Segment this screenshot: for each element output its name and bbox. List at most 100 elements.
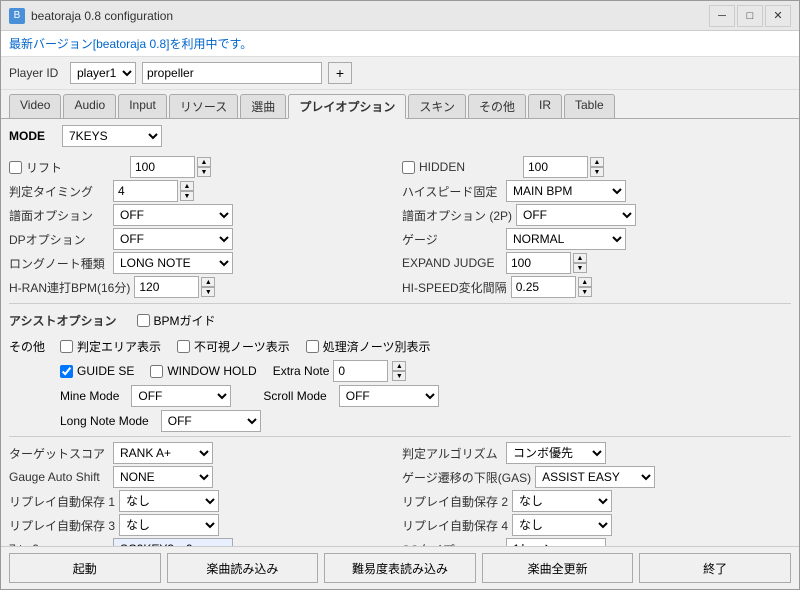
judge-algo-select[interactable]: コンボ優先 — [506, 442, 606, 464]
bpm-guide-label: BPMガイド — [154, 312, 216, 329]
timing-row: 判定タイミング ▲ ▼ — [9, 179, 398, 203]
timing-input[interactable] — [113, 180, 178, 202]
dp-select[interactable]: OFF — [113, 228, 233, 250]
bpm-guide-row: BPMガイド — [137, 309, 216, 331]
sc-type-row: SCタイプ 1レーン — [402, 537, 791, 546]
mine-mode-select[interactable]: OFF — [131, 385, 231, 407]
score-option-select[interactable]: OFF — [113, 204, 233, 226]
close-button[interactable]: ✕ — [765, 5, 791, 27]
target-score-row: ターゲットスコア RANK A+ — [9, 441, 398, 465]
seven-to-row: 7 to 9 SC2KEY3～9 — [9, 537, 398, 546]
target-score-label: ターゲットスコア — [9, 445, 109, 462]
hran-down[interactable]: ▼ — [201, 287, 215, 297]
tab-input[interactable]: Input — [118, 94, 167, 118]
gauge-row: ゲージ NORMAL — [402, 227, 791, 251]
bpm-guide-checkbox[interactable] — [137, 314, 150, 327]
hidden-value: ▲ ▼ — [523, 156, 604, 178]
scroll-mode-select[interactable]: OFF — [339, 385, 439, 407]
hidden-input[interactable] — [523, 156, 588, 178]
extra-note-up[interactable]: ▲ — [392, 361, 406, 371]
gauge-gas-select[interactable]: ASSIST EASY — [535, 466, 655, 488]
load-difficulty-button[interactable]: 難易度表読み込み — [324, 553, 476, 583]
tab-other[interactable]: その他 — [468, 94, 526, 118]
hran-value: ▲ ▼ — [134, 276, 215, 298]
gauge-auto-select[interactable]: NONE — [113, 466, 213, 488]
invisible-notes-row: 不可視ノーツ表示 — [177, 335, 290, 357]
minimize-button[interactable]: ─ — [709, 5, 735, 27]
tab-ir[interactable]: IR — [528, 94, 562, 118]
expand-spinners: ▲ ▼ — [573, 253, 587, 273]
player-row: Player ID player1 + — [1, 57, 799, 90]
expand-row: EXPAND JUDGE ▲ ▼ — [402, 251, 791, 275]
sc-type-select[interactable]: 1レーン — [506, 538, 606, 546]
longnote-select[interactable]: LONG NOTE — [113, 252, 233, 274]
invisible-notes-checkbox[interactable] — [177, 340, 190, 353]
replay2-row: リプレイ自動保存 2 なし — [402, 489, 791, 513]
hran-up[interactable]: ▲ — [201, 277, 215, 287]
lift-down[interactable]: ▼ — [197, 167, 211, 177]
expand-up[interactable]: ▲ — [573, 253, 587, 263]
start-button[interactable]: 起動 — [9, 553, 161, 583]
long-note-mode-select[interactable]: OFF — [161, 410, 261, 432]
tab-skin[interactable]: スキン — [408, 94, 466, 118]
window-hold-checkbox[interactable] — [150, 365, 163, 378]
guide-se-checkbox[interactable] — [60, 365, 73, 378]
gauge-select[interactable]: NORMAL — [506, 228, 626, 250]
replay3-select[interactable]: なし — [119, 514, 219, 536]
player-id-select[interactable]: player1 — [70, 62, 136, 84]
target-score-select[interactable]: RANK A+ — [113, 442, 213, 464]
hispeed-interval-input[interactable] — [511, 276, 576, 298]
tab-audio[interactable]: Audio — [63, 94, 116, 118]
hispeed-interval-down[interactable]: ▼ — [578, 287, 592, 297]
tab-table[interactable]: Table — [564, 94, 615, 118]
update-songs-button[interactable]: 楽曲全更新 — [482, 553, 634, 583]
add-player-button[interactable]: + — [328, 62, 352, 84]
dp-row: DPオプション OFF — [9, 227, 398, 251]
lower-divider — [9, 436, 791, 437]
update-bar: 最新バージョン[beatoraja 0.8]を利用中です。 — [1, 31, 799, 57]
hran-input[interactable] — [134, 276, 199, 298]
hispeed-interval-up[interactable]: ▲ — [578, 277, 592, 287]
replay3-label: リプレイ自動保存 3 — [9, 517, 115, 534]
judge-algo-label: 判定アルゴリズム — [402, 445, 502, 462]
hispeed-select[interactable]: MAIN BPM — [506, 180, 626, 202]
remaining-notes-checkbox[interactable] — [306, 340, 319, 353]
replay4-select[interactable]: なし — [512, 514, 612, 536]
dp-label: DPオプション — [9, 231, 109, 248]
maximize-button[interactable]: □ — [737, 5, 763, 27]
tab-resources[interactable]: リソース — [169, 94, 238, 118]
judge-area-checkbox[interactable] — [60, 340, 73, 353]
expand-input[interactable] — [506, 252, 571, 274]
mode-select[interactable]: 7KEYS — [62, 125, 162, 147]
tab-select[interactable]: 選曲 — [240, 94, 286, 118]
score-option2-select[interactable]: OFF — [516, 204, 636, 226]
load-songs-button[interactable]: 楽曲読み込み — [167, 553, 319, 583]
hispeed-interval-label: HI-SPEED変化間隔 — [402, 279, 507, 296]
longnote-row: ロングノート種類 LONG NOTE — [9, 251, 398, 275]
replay1-select[interactable]: なし — [119, 490, 219, 512]
replay2-select[interactable]: なし — [512, 490, 612, 512]
lift-up[interactable]: ▲ — [197, 157, 211, 167]
hidden-up[interactable]: ▲ — [590, 157, 604, 167]
timing-up[interactable]: ▲ — [180, 181, 194, 191]
app-icon: B — [9, 8, 25, 24]
tab-video[interactable]: Video — [9, 94, 61, 118]
expand-down[interactable]: ▼ — [573, 263, 587, 273]
gauge-gas-label: ゲージ遷移の下限(GAS) — [402, 469, 531, 486]
hidden-checkbox[interactable] — [402, 161, 415, 174]
lift-input[interactable] — [130, 156, 195, 178]
exit-button[interactable]: 終了 — [639, 553, 791, 583]
lift-checkbox[interactable] — [9, 161, 22, 174]
extra-note-down[interactable]: ▼ — [392, 371, 406, 381]
gauge-gas-row: ゲージ遷移の下限(GAS) ASSIST EASY — [402, 465, 791, 489]
tab-playoptions[interactable]: プレイオプション — [288, 94, 406, 119]
judge-algo-row: 判定アルゴリズム コンボ優先 — [402, 441, 791, 465]
invisible-notes-label: 不可視ノーツ表示 — [194, 338, 290, 355]
replay3-row: リプレイ自動保存 3 なし — [9, 513, 398, 537]
player-name-input[interactable] — [142, 62, 322, 84]
replay1-row: リプレイ自動保存 1 なし — [9, 489, 398, 513]
hidden-down[interactable]: ▼ — [590, 167, 604, 177]
seven-to-select[interactable]: SC2KEY3～9 — [113, 538, 233, 546]
timing-down[interactable]: ▼ — [180, 191, 194, 201]
extra-note-input[interactable] — [333, 360, 388, 382]
